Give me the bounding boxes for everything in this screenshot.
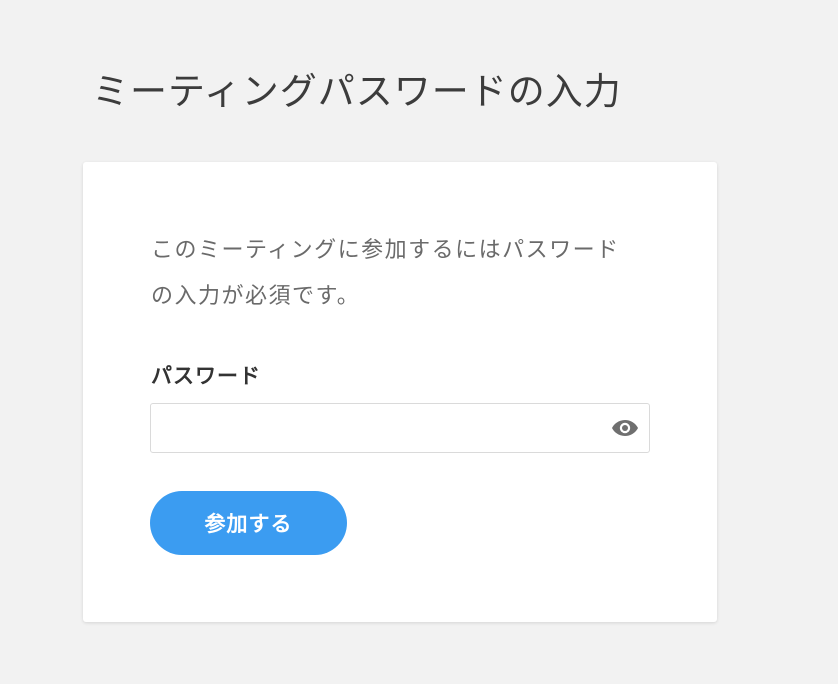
password-card: このミーティングに参加するにはパスワードの入力が必須です。 パスワード 参加する bbox=[83, 162, 717, 622]
eye-icon bbox=[612, 420, 638, 436]
show-password-toggle[interactable] bbox=[611, 415, 639, 441]
page-title: ミーティングパスワードの入力 bbox=[92, 70, 622, 113]
password-input[interactable] bbox=[151, 404, 591, 452]
password-label: パスワード bbox=[151, 364, 261, 388]
description-text: このミーティングに参加するにはパスワードの入力が必須です。 bbox=[151, 238, 620, 309]
password-field bbox=[150, 403, 650, 453]
join-button[interactable]: 参加する bbox=[150, 491, 347, 555]
